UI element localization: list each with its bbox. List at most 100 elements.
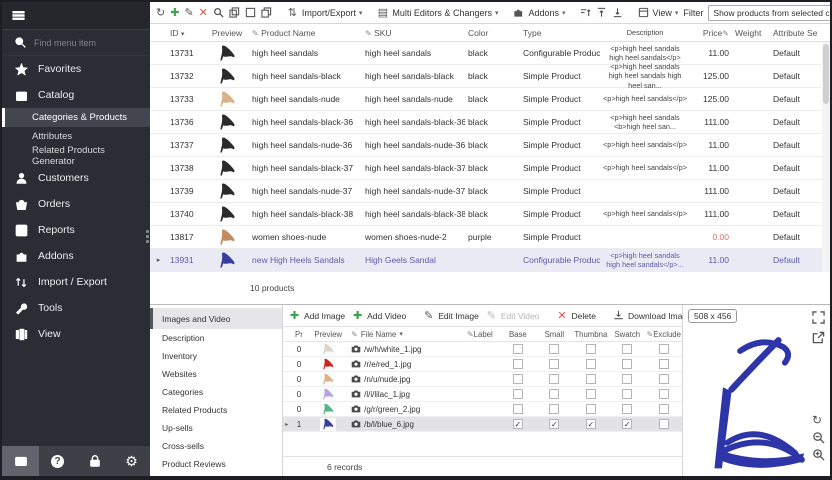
tab-up-sells[interactable]: Up-sells — [150, 419, 282, 437]
tab-related-products[interactable]: Related Products — [150, 401, 282, 419]
base-checkbox[interactable] — [513, 389, 523, 399]
settings-button[interactable]: ⚙ — [113, 446, 150, 476]
sidebar-item-related-products-generator[interactable]: Related Products Generator — [2, 146, 150, 165]
duplicate-icon[interactable] — [261, 6, 272, 19]
small-checkbox[interactable] — [549, 404, 559, 414]
column-header-preview[interactable]: Preview — [205, 28, 249, 38]
column-header-thumbnail[interactable]: Thumbna — [573, 330, 609, 339]
help-button[interactable]: ? — [39, 446, 76, 476]
product-row[interactable]: 13739 high heel sandals-nude-37 high hee… — [150, 180, 830, 203]
delete-image-button[interactable]: ✕Delete — [555, 309, 596, 322]
small-checkbox[interactable] — [549, 344, 559, 354]
product-row[interactable]: 13733 high heel sandals-nude high heel s… — [150, 88, 830, 111]
tab-description[interactable]: Description — [150, 329, 282, 347]
exclude-checkbox[interactable] — [659, 344, 669, 354]
column-header-attribute-set[interactable]: Attribute Set Name — [770, 28, 818, 38]
column-header-small[interactable]: Small — [536, 330, 572, 339]
thumbnail-checkbox[interactable] — [586, 374, 596, 384]
thumbnail-checkbox[interactable] — [586, 359, 596, 369]
zoom-out-icon[interactable] — [812, 431, 825, 444]
base-checkbox[interactable]: ✓ — [513, 419, 523, 429]
product-row[interactable]: 13736 high heel sandals-black-36 high he… — [150, 111, 830, 134]
image-row[interactable]: 0 /g/r/green_2.jpg — [283, 402, 682, 417]
swatch-checkbox[interactable]: ✓ — [622, 419, 632, 429]
zoom-in-icon[interactable] — [812, 448, 825, 461]
download-image-button[interactable]: Download Image — [612, 309, 692, 322]
multi-editors-menu[interactable]: ▤ Multi Editors & Changers▾ — [376, 6, 498, 19]
small-checkbox[interactable] — [549, 374, 559, 384]
rotate-icon[interactable]: ↻ — [812, 413, 825, 426]
exclude-checkbox[interactable] — [659, 404, 669, 414]
base-checkbox[interactable] — [513, 374, 523, 384]
swatch-checkbox[interactable] — [622, 359, 632, 369]
checkbox-icon[interactable] — [245, 6, 256, 19]
collapse-rows-icon[interactable] — [612, 6, 623, 19]
copy-icon[interactable] — [229, 6, 240, 19]
exclude-checkbox[interactable] — [659, 374, 669, 384]
edit-product-icon[interactable]: ✎ — [184, 6, 193, 19]
exclude-checkbox[interactable] — [659, 359, 669, 369]
column-header-product-name[interactable]: ✎ Product Name — [249, 28, 362, 38]
expand-rows-icon[interactable] — [596, 6, 607, 19]
column-header-base[interactable]: Base — [500, 330, 536, 339]
image-row-selected[interactable]: ▸ 1 /b/l/blue_6.jpg ✓ ✓ ✓ ✓ — [283, 417, 682, 432]
sidebar-item-orders[interactable]: Orders — [2, 191, 150, 217]
column-header-price[interactable]: Price✎ — [690, 28, 732, 38]
tab-cross-sells[interactable]: Cross-sells — [150, 437, 282, 455]
sidebar-item-categories-products[interactable]: Categories & Products — [2, 108, 150, 127]
fullscreen-icon[interactable] — [812, 311, 825, 324]
store-button[interactable] — [2, 446, 39, 476]
base-checkbox[interactable] — [513, 404, 523, 414]
edit-image-button[interactable]: ✎Edit Image — [422, 309, 479, 322]
product-row[interactable]: 13737 high heel sandals-nude-36 high hee… — [150, 134, 830, 157]
add-image-button[interactable]: ✚Add Image — [288, 309, 345, 322]
swatch-checkbox[interactable] — [622, 389, 632, 399]
column-header-pr[interactable]: Pr — [291, 330, 308, 339]
import-export-menu[interactable]: ⇅ Import/Export▾ — [286, 6, 363, 19]
small-checkbox[interactable] — [549, 359, 559, 369]
add-video-button[interactable]: ✚Add Video — [351, 309, 406, 322]
panel-splitter-handle[interactable] — [145, 230, 149, 248]
exclude-checkbox[interactable] — [659, 419, 669, 429]
sort-icon[interactable] — [580, 6, 591, 19]
product-row-selected[interactable]: ▸ 13931 new High Heels Sandals High Geel… — [150, 249, 830, 272]
sidebar-item-tools[interactable]: Tools — [2, 295, 150, 321]
image-row[interactable]: 0 /l/i/lilac_1.jpg — [283, 387, 682, 402]
column-header-label[interactable]: ✎Label — [465, 330, 500, 339]
sidebar-item-addons[interactable]: Addons — [2, 243, 150, 269]
thumbnail-checkbox[interactable] — [586, 344, 596, 354]
column-header-color[interactable]: Color — [465, 28, 520, 38]
sidebar-item-view[interactable]: View — [2, 321, 150, 347]
tab-websites[interactable]: Websites — [150, 365, 282, 383]
sidebar-item-favorites[interactable]: Favorites — [2, 56, 150, 82]
column-header-exclude[interactable]: ✎Exclude — [646, 330, 682, 339]
open-external-icon[interactable] — [812, 331, 825, 344]
view-menu[interactable]: View▾ — [637, 6, 679, 19]
tab-inventory[interactable]: Inventory — [150, 347, 282, 365]
addons-menu[interactable]: Addons▾ — [512, 6, 565, 19]
thumbnail-checkbox[interactable] — [586, 389, 596, 399]
column-header-swatch[interactable]: Swatch — [609, 330, 645, 339]
tab-categories[interactable]: Categories — [150, 383, 282, 401]
hamburger-menu-icon[interactable] — [11, 9, 25, 23]
sidebar-item-reports[interactable]: Reports — [2, 217, 150, 243]
lock-button[interactable] — [76, 446, 113, 476]
search-icon[interactable] — [213, 6, 224, 19]
thumbnail-checkbox[interactable]: ✓ — [586, 419, 596, 429]
column-header-preview[interactable]: Preview — [307, 330, 349, 339]
product-row[interactable]: 13740 high heel sandals-black-38 high he… — [150, 203, 830, 226]
product-row[interactable]: 13732 high heel sandals-black high heel … — [150, 65, 830, 88]
product-row[interactable]: 13731 high heel sandals high heel sandal… — [150, 42, 830, 65]
small-checkbox[interactable]: ✓ — [549, 419, 559, 429]
product-row[interactable]: 13738 high heel sandals-black-37 high he… — [150, 157, 830, 180]
swatch-checkbox[interactable] — [622, 344, 632, 354]
image-row[interactable]: 0 /n/u/nude.jpg — [283, 372, 682, 387]
column-header-id[interactable]: ID ▾ — [167, 28, 205, 38]
sidebar-search-input[interactable] — [34, 38, 134, 48]
image-row[interactable]: 0 /w/h/white_1.jpg — [283, 342, 682, 357]
base-checkbox[interactable] — [513, 344, 523, 354]
add-product-icon[interactable]: ✚ — [170, 6, 179, 19]
grid-vertical-scrollbar[interactable] — [822, 42, 830, 272]
edit-video-button[interactable]: ✎Edit Video — [485, 309, 540, 322]
exclude-checkbox[interactable] — [659, 389, 669, 399]
